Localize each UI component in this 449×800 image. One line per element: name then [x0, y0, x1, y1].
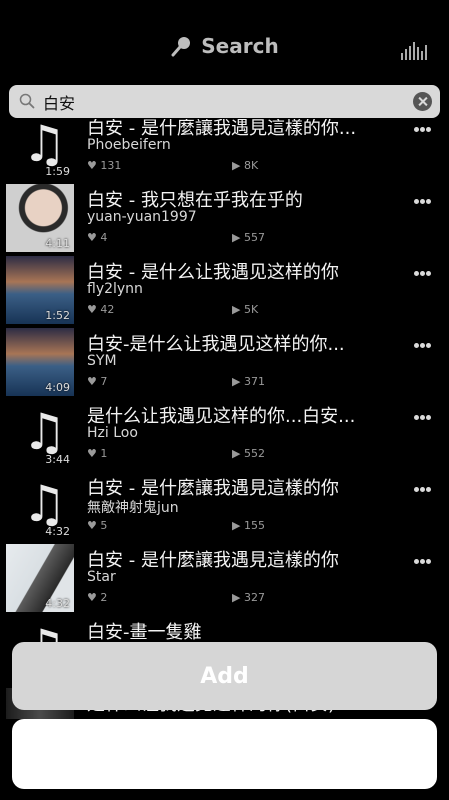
search-bar: [9, 85, 440, 118]
microphone-icon: [171, 37, 191, 57]
add-button[interactable]: Add: [12, 642, 437, 710]
track-row[interactable]: ♫ 4:32 白安 - 是什麼讓我遇見這樣的你 無敵神射鬼jun ♥ 5 ▶ 155: [0, 469, 449, 541]
play-count: 327: [243, 591, 265, 604]
play-icon: ▶ 371: [232, 375, 265, 388]
track-row[interactable]: 4:09 白安-是什么让我遇见这样的你... SYM ♥ 7 ▶ 371: [0, 325, 449, 397]
page-title-text: Search: [201, 34, 279, 58]
play-icon: ▶ 552: [232, 447, 265, 460]
heart-icon: ♥ 1: [87, 447, 108, 460]
track-thumbnail: 1:52: [6, 256, 74, 324]
track-artist: fly2lynn: [87, 281, 143, 297]
heart-icon: ♥ 5: [87, 519, 108, 532]
track-duration: 4:11: [45, 237, 70, 250]
track-row[interactable]: 4:11 白安 - 我只想在乎我在乎的 yuan-yuan1997 ♥ 4 ▶ 5…: [0, 181, 449, 253]
equalizer-icon[interactable]: [401, 42, 431, 60]
track-title: 白安-畫一隻雞: [87, 622, 202, 643]
like-count: 7: [100, 375, 108, 388]
play-icon: ▶ 155: [232, 519, 265, 532]
like-count: 131: [100, 159, 122, 172]
track-artist: Phoebeifern: [87, 137, 171, 153]
track-artist: Star: [87, 569, 116, 585]
track-duration: 3:44: [45, 453, 70, 466]
more-options-icon[interactable]: [414, 271, 432, 277]
play-icon: ▶ 557: [232, 231, 265, 244]
more-options-icon[interactable]: [414, 343, 432, 349]
like-count: 42: [100, 303, 115, 316]
more-options-icon[interactable]: [414, 127, 432, 133]
play-icon: ▶ 327: [232, 591, 265, 604]
music-note-icon: ♫: [22, 403, 67, 461]
like-count: 5: [100, 519, 108, 532]
like-count: 2: [100, 591, 108, 604]
track-thumbnail: ♫ 4:32: [6, 472, 74, 540]
more-options-icon[interactable]: [414, 487, 432, 493]
track-thumbnail: 4:09: [6, 328, 74, 396]
track-duration: 1:59: [45, 165, 70, 178]
track-duration: 4:32: [45, 597, 70, 610]
track-row[interactable]: ♫ 3:44 是什么让我遇见这样的你...白安... Hzi Loo ♥ 1 ▶ 5…: [0, 397, 449, 469]
clear-icon[interactable]: [413, 92, 432, 111]
like-count: 1: [100, 447, 108, 460]
track-thumbnail: 4:32: [6, 544, 74, 612]
more-options-icon[interactable]: [414, 199, 432, 205]
page-title: Search: [0, 34, 449, 58]
more-options-icon[interactable]: [414, 415, 432, 421]
like-count: 4: [100, 231, 108, 244]
track-artist: 無敵神射鬼jun: [87, 500, 179, 516]
heart-icon: ♥ 7: [87, 375, 108, 388]
track-list: ♫ 1:59 白安 - 是什麼讓我遇見這樣的你... Phoebeifern ♥ …: [0, 119, 449, 719]
track-duration: 1:52: [45, 309, 70, 322]
track-artist: SYM: [87, 353, 117, 369]
header: Search: [0, 0, 449, 84]
track-duration: 4:09: [45, 381, 70, 394]
play-count: 5K: [243, 303, 259, 316]
magnifier-icon: [19, 93, 35, 109]
play-count: 8K: [243, 159, 259, 172]
track-row[interactable]: 4:32 白安 - 是什麼讓我遇見這樣的你 Star ♥ 2 ▶ 327: [0, 541, 449, 613]
track-row[interactable]: ♫ 1:59 白安 - 是什麼讓我遇見這樣的你... Phoebeifern ♥ …: [0, 119, 449, 181]
track-duration: 4:32: [45, 525, 70, 538]
action-sheet-panel[interactable]: [12, 719, 437, 789]
search-input[interactable]: [43, 89, 403, 114]
music-note-icon: ♫: [22, 475, 67, 533]
track-artist: Hzi Loo: [87, 425, 138, 441]
track-thumbnail: ♫ 1:59: [6, 119, 74, 180]
track-row[interactable]: 1:52 白安 - 是什么让我遇见这样的你 fly2lynn ♥ 42 ▶ 5K: [0, 253, 449, 325]
play-count: 552: [243, 447, 265, 460]
track-thumbnail: 4:11: [6, 184, 74, 252]
heart-icon: ♥ 42: [87, 303, 115, 316]
play-count: 371: [243, 375, 265, 388]
track-thumbnail: ♫ 3:44: [6, 400, 74, 468]
heart-icon: ♥ 4: [87, 231, 108, 244]
play-icon: ▶ 5K: [232, 303, 259, 316]
heart-icon: ♥ 2: [87, 591, 108, 604]
play-icon: ▶ 8K: [232, 159, 259, 172]
track-artist: yuan-yuan1997: [87, 209, 197, 225]
play-count: 557: [243, 231, 265, 244]
play-count: 155: [243, 519, 265, 532]
more-options-icon[interactable]: [414, 559, 432, 565]
heart-icon: ♥ 131: [87, 159, 122, 172]
